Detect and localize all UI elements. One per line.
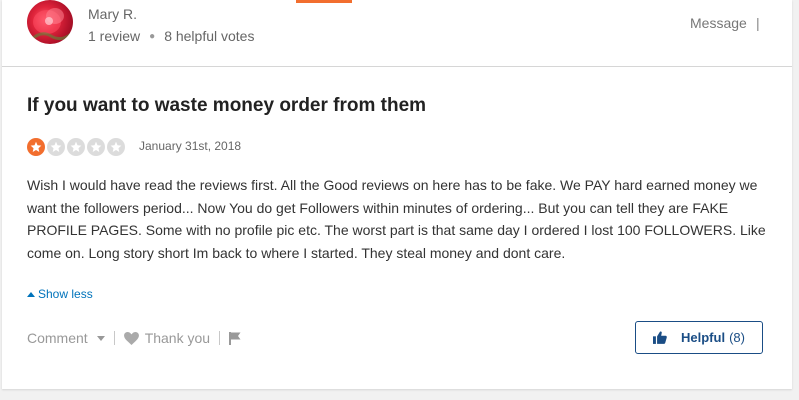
thumbs-up-icon xyxy=(653,331,667,344)
star-outline-icon xyxy=(67,138,85,156)
message-separator: | xyxy=(756,15,760,31)
heart-icon xyxy=(123,331,139,345)
divider xyxy=(2,66,792,67)
review-actions: Comment Thank you xyxy=(27,328,241,348)
message-button[interactable]: Message xyxy=(690,15,747,31)
show-less-link[interactable]: Show less xyxy=(27,287,93,301)
review-body: Wish I would have read the reviews first… xyxy=(27,177,766,261)
reviewer-name[interactable]: Mary R. xyxy=(88,6,137,22)
star-icon xyxy=(27,138,45,156)
helpful-count: (8) xyxy=(729,330,745,345)
comment-button[interactable]: Comment xyxy=(27,330,105,346)
action-divider xyxy=(113,331,115,345)
comment-label: Comment xyxy=(27,330,88,346)
star-outline-icon xyxy=(107,138,125,156)
thank-you-button[interactable]: Thank you xyxy=(123,330,211,346)
thank-you-label: Thank you xyxy=(144,330,211,346)
caret-down-icon xyxy=(96,335,105,341)
reviewer-stats: 1 review ● 8 helpful votes xyxy=(88,28,254,44)
caret-up-icon xyxy=(27,291,35,297)
star-rating xyxy=(27,138,125,156)
top-accent-bar xyxy=(296,0,352,3)
review-title: If you want to waste money order from th… xyxy=(27,95,427,116)
flag-button[interactable] xyxy=(229,331,241,345)
action-divider xyxy=(219,331,221,345)
avatar[interactable] xyxy=(27,0,73,44)
separator-dot: ● xyxy=(149,31,156,42)
review-date: January 31st, 2018 xyxy=(139,139,242,153)
helpful-votes-count: 8 helpful votes xyxy=(164,28,255,44)
helpful-label: Helpful xyxy=(681,330,726,345)
helpful-button[interactable]: Helpful (8) xyxy=(635,321,763,354)
star-outline-icon xyxy=(87,138,105,156)
star-outline-icon xyxy=(47,138,65,156)
show-less-label: Show less xyxy=(38,287,93,301)
flag-icon xyxy=(229,331,241,345)
review-count: 1 review xyxy=(88,28,141,44)
